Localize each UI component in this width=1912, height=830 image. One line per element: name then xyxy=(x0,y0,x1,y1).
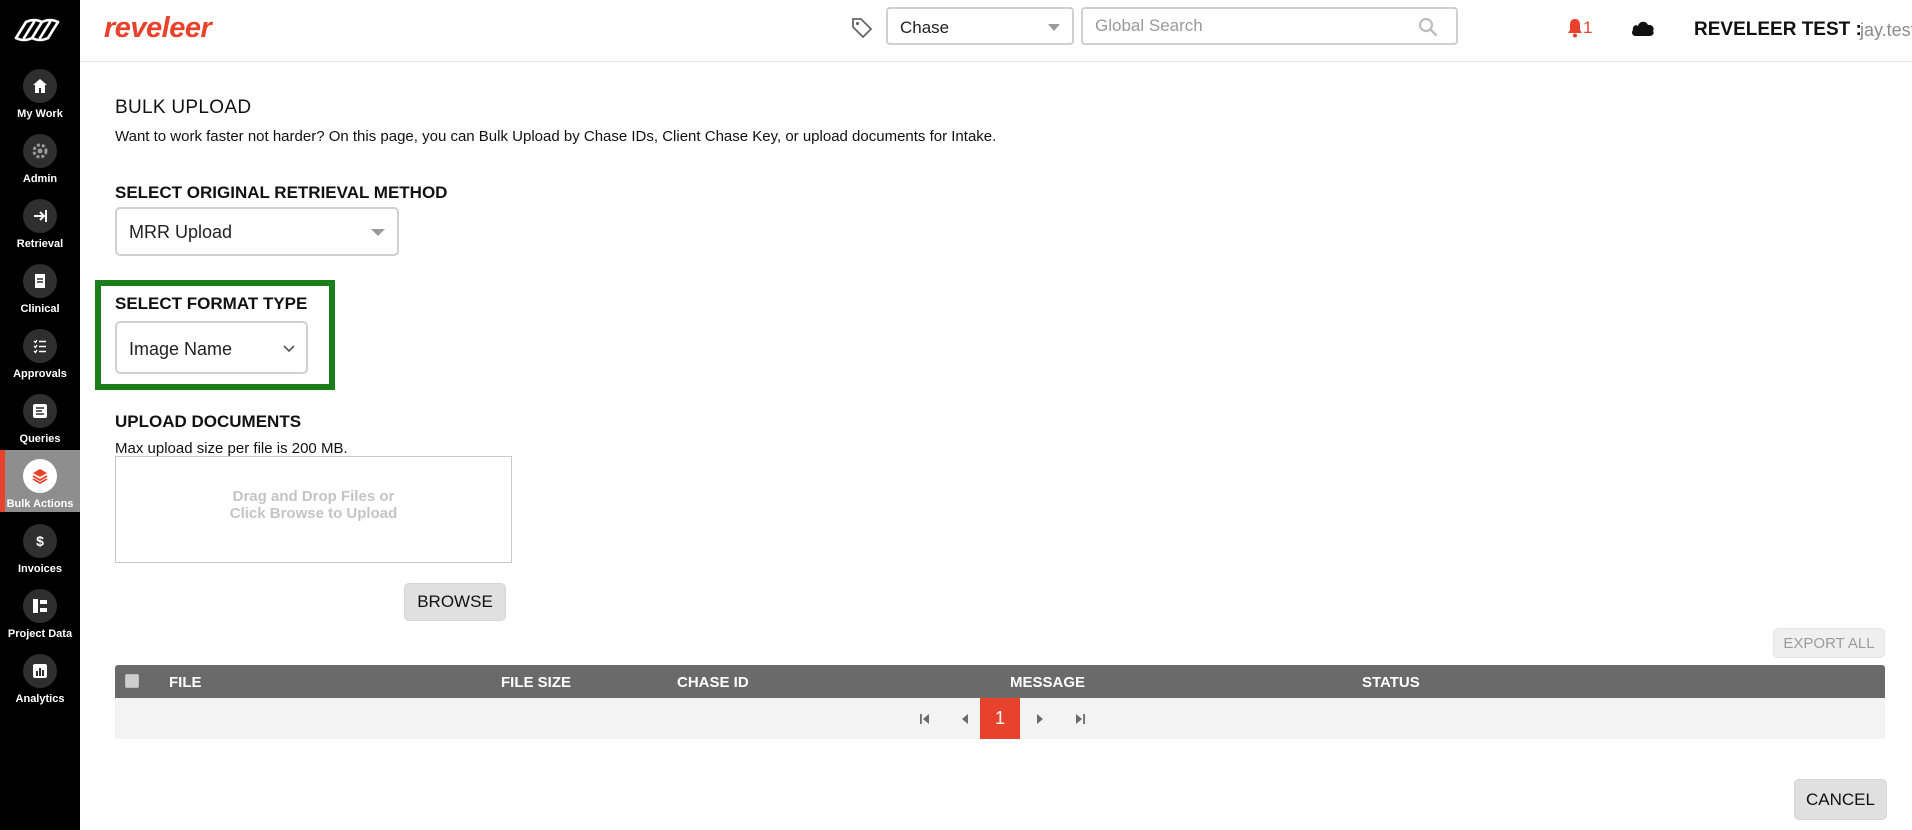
sidebar-item-bulk-actions[interactable]: Bulk Actions xyxy=(0,450,80,512)
upload-size-note: Max upload size per file is 200 MB. xyxy=(115,440,348,457)
sidebar-item-label: Retrieval xyxy=(16,238,64,250)
sidebar-item-admin[interactable]: Admin xyxy=(0,125,80,187)
tag-icon xyxy=(852,18,873,39)
caret-down-icon xyxy=(1048,24,1060,31)
sidebar-item-label: My Work xyxy=(17,108,63,120)
checklist-icon xyxy=(33,339,46,354)
sidebar-item-invoices[interactable]: $ Invoices xyxy=(0,515,80,577)
list-icon xyxy=(33,404,47,418)
sidebar-item-approvals[interactable]: Approvals xyxy=(0,320,80,382)
sidebar-item-label: Invoices xyxy=(17,563,63,575)
sidebar-item-label: Bulk Actions xyxy=(6,498,74,510)
format-type-value: Image Name xyxy=(129,339,233,359)
page-title: BULK UPLOAD xyxy=(115,97,252,118)
chevron-down-icon xyxy=(283,345,295,353)
sidebar-item-retrieval[interactable]: Retrieval xyxy=(0,190,80,252)
global-search-input[interactable] xyxy=(1081,7,1458,45)
previous-page-icon xyxy=(962,713,968,724)
last-page-icon xyxy=(1076,713,1085,724)
pagination-bar: 1 xyxy=(115,698,1885,739)
arrow-right-icon xyxy=(34,210,47,222)
sidebar-item-label: Admin xyxy=(22,173,58,185)
search-icon[interactable] xyxy=(1418,17,1438,37)
cancel-button[interactable]: CANCEL xyxy=(1794,779,1887,820)
home-icon xyxy=(33,79,47,93)
gear-icon xyxy=(32,143,48,159)
column-header-message[interactable]: MESSAGE xyxy=(1010,674,1085,691)
sidebar-item-project-data[interactable]: Project Data xyxy=(0,580,80,642)
sidebar-item-label: Analytics xyxy=(15,693,65,705)
dollar-icon: $ xyxy=(36,533,44,549)
folder-tree-icon xyxy=(33,599,47,613)
dropzone-text-line2: Click Browse to Upload xyxy=(229,505,398,522)
format-type-dropdown[interactable]: Image Name xyxy=(115,321,308,374)
page-description: Want to work faster not harder? On this … xyxy=(115,128,997,145)
page-number-current[interactable]: 1 xyxy=(980,698,1020,739)
first-page-button[interactable] xyxy=(910,698,940,739)
sidebar-item-analytics[interactable]: Analytics xyxy=(0,645,80,707)
next-page-button[interactable] xyxy=(1025,698,1055,739)
last-page-button[interactable] xyxy=(1065,698,1095,739)
retrieval-method-label: SELECT ORIGINAL RETRIEVAL METHOD xyxy=(115,183,448,202)
first-page-icon xyxy=(920,713,929,724)
sidebar-item-my-work[interactable]: My Work xyxy=(0,60,80,122)
svg-text:$: $ xyxy=(36,533,44,549)
bar-chart-icon xyxy=(33,664,47,678)
column-header-status[interactable]: STATUS xyxy=(1362,674,1420,691)
format-type-label: SELECT FORMAT TYPE xyxy=(115,294,308,313)
sidebar-item-clinical[interactable]: Clinical xyxy=(0,255,80,317)
sidebar-item-label: Queries xyxy=(19,433,61,445)
search-type-value: Chase xyxy=(900,18,950,37)
select-all-checkbox[interactable] xyxy=(125,674,139,688)
sidebar-item-queries[interactable]: Queries xyxy=(0,385,80,447)
sidebar: My Work Admin Retrieval Clinical Approva… xyxy=(0,0,80,830)
document-icon xyxy=(35,274,45,288)
layers-icon xyxy=(32,469,48,485)
cloud-icon[interactable] xyxy=(1630,18,1656,38)
retrieval-method-value: MRR Upload xyxy=(129,222,233,242)
browse-button[interactable]: BROWSE xyxy=(404,583,506,621)
column-header-file-size[interactable]: FILE SIZE xyxy=(501,674,571,691)
sidebar-item-label: Project Data xyxy=(7,628,73,640)
retrieval-method-dropdown[interactable]: MRR Upload xyxy=(115,207,399,256)
top-header: reveleer Chase 1 REVELEER TEST : jay.tes… xyxy=(80,0,1912,62)
export-all-button[interactable]: EXPORT ALL xyxy=(1773,628,1885,658)
previous-page-button[interactable] xyxy=(950,698,980,739)
brand-logo[interactable]: reveleer xyxy=(104,12,212,45)
column-header-chase-id[interactable]: CHASE ID xyxy=(677,674,749,691)
user-org-label: REVELEER TEST : xyxy=(1694,19,1862,40)
notification-count[interactable]: 1 xyxy=(1583,18,1592,38)
app-logo-icon[interactable] xyxy=(14,14,66,44)
dropzone-text-line1: Drag and Drop Files or xyxy=(232,488,395,505)
bell-icon[interactable] xyxy=(1566,18,1584,38)
sidebar-item-label: Clinical xyxy=(20,303,60,315)
file-dropzone[interactable]: Drag and Drop Files or Click Browse to U… xyxy=(115,456,512,563)
upload-documents-label: UPLOAD DOCUMENTS xyxy=(115,412,302,431)
search-type-select[interactable]: Chase xyxy=(886,7,1074,45)
column-header-file[interactable]: FILE xyxy=(169,674,202,691)
next-page-icon xyxy=(1037,713,1043,724)
upload-table-header: FILE FILE SIZE CHASE ID MESSAGE STATUS xyxy=(115,665,1885,698)
sidebar-item-label: Approvals xyxy=(13,368,67,380)
user-name[interactable]: jay.testing xyxy=(1860,20,1912,41)
caret-down-icon xyxy=(371,229,385,236)
